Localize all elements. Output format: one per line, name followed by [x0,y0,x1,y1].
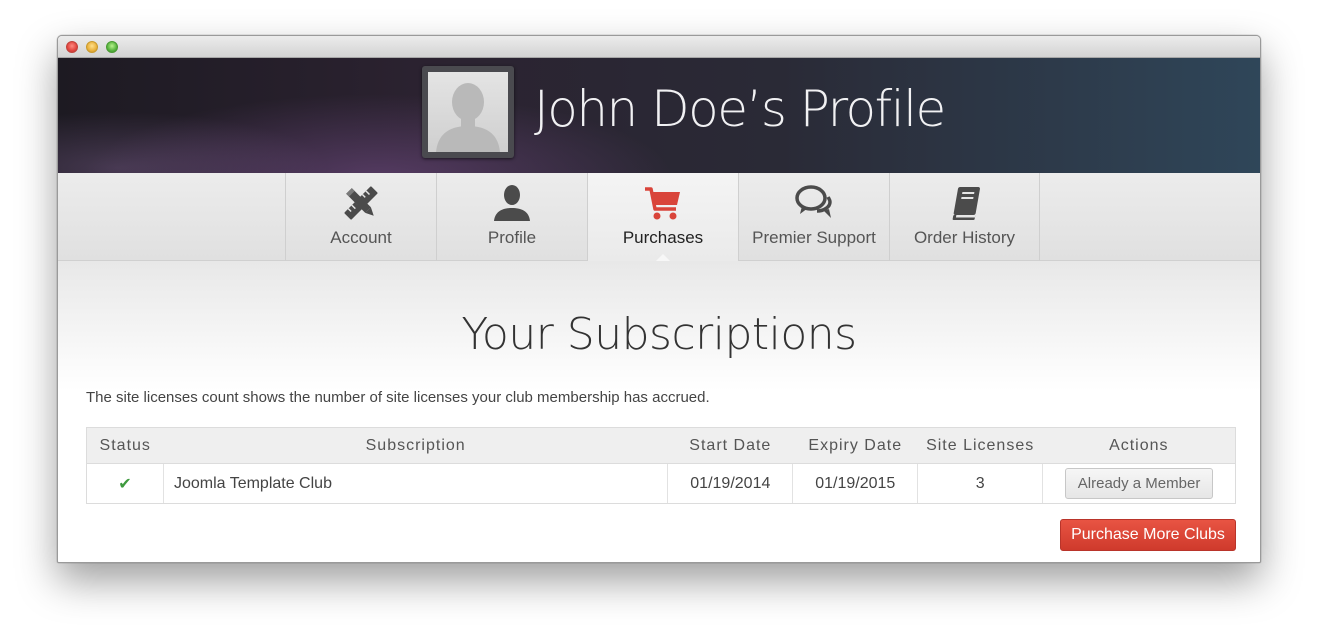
title-bar [58,36,1260,58]
tab-account[interactable]: Account [285,173,436,261]
column-header-site-licenses: Site Licenses [917,427,1043,464]
chat-bubbles-icon [794,183,834,223]
user-silhouette-icon [428,72,508,152]
tab-account-label: Account [330,228,392,247]
person-icon [492,183,532,223]
subscriptions-table: Status Subscription Start Date Expiry Da… [86,427,1236,504]
column-header-actions: Actions [1042,427,1236,464]
profile-tabs: Account Profile Purchases Premier Suppor… [58,173,1260,262]
actions-cell: Already a Member [1042,463,1236,504]
table-row: ✔ Joomla Template Club 01/19/2014 01/19/… [86,463,1236,504]
tab-order-history-label: Order History [913,228,1016,247]
already-member-button[interactable]: Already a Member [1064,468,1214,499]
zoom-window-button[interactable] [106,41,118,53]
status-cell: ✔ [86,463,164,504]
minimize-window-button[interactable] [86,41,98,53]
browser-window: John Doe’s Profile Account Profile Purch… [57,35,1261,563]
shopping-cart-icon [643,183,683,223]
section-title: Your Subscriptions [461,309,857,360]
subscriptions-section: Your Subscriptions The site licenses cou… [58,261,1260,562]
subscription-link[interactable]: Joomla Template Club [163,463,669,504]
column-header-expiry-date: Expiry Date [792,427,918,464]
site-licenses-cell: 3 [917,463,1044,504]
table-header-row: Status Subscription Start Date Expiry Da… [86,427,1236,464]
purchase-more-clubs-button[interactable]: Purchase More Clubs [1060,519,1236,551]
tab-purchases-label: Purchases [622,228,704,247]
start-date-cell: 01/19/2014 [667,463,794,504]
tab-profile-label: Profile [487,228,537,247]
avatar [422,66,514,158]
intro-text: The site licenses count shows the number… [86,389,710,406]
pencil-ruler-icon [341,183,381,223]
expiry-date-cell: 01/19/2015 [792,463,919,504]
column-header-start-date: Start Date [667,427,793,464]
checkmark-icon: ✔ [118,475,132,493]
tab-profile[interactable]: Profile [436,173,587,261]
column-header-subscription: Subscription [163,427,668,464]
close-window-button[interactable] [66,41,78,53]
tab-order-history[interactable]: Order History [889,173,1040,261]
tab-premier-support-label: Premier Support [752,228,876,247]
tab-purchases[interactable]: Purchases [587,173,738,262]
book-icon [945,183,985,223]
tab-premier-support[interactable]: Premier Support [738,173,889,261]
column-header-status: Status [86,427,164,464]
page-title: John Doe’s Profile [534,80,946,138]
profile-header: John Doe’s Profile [58,58,1260,173]
